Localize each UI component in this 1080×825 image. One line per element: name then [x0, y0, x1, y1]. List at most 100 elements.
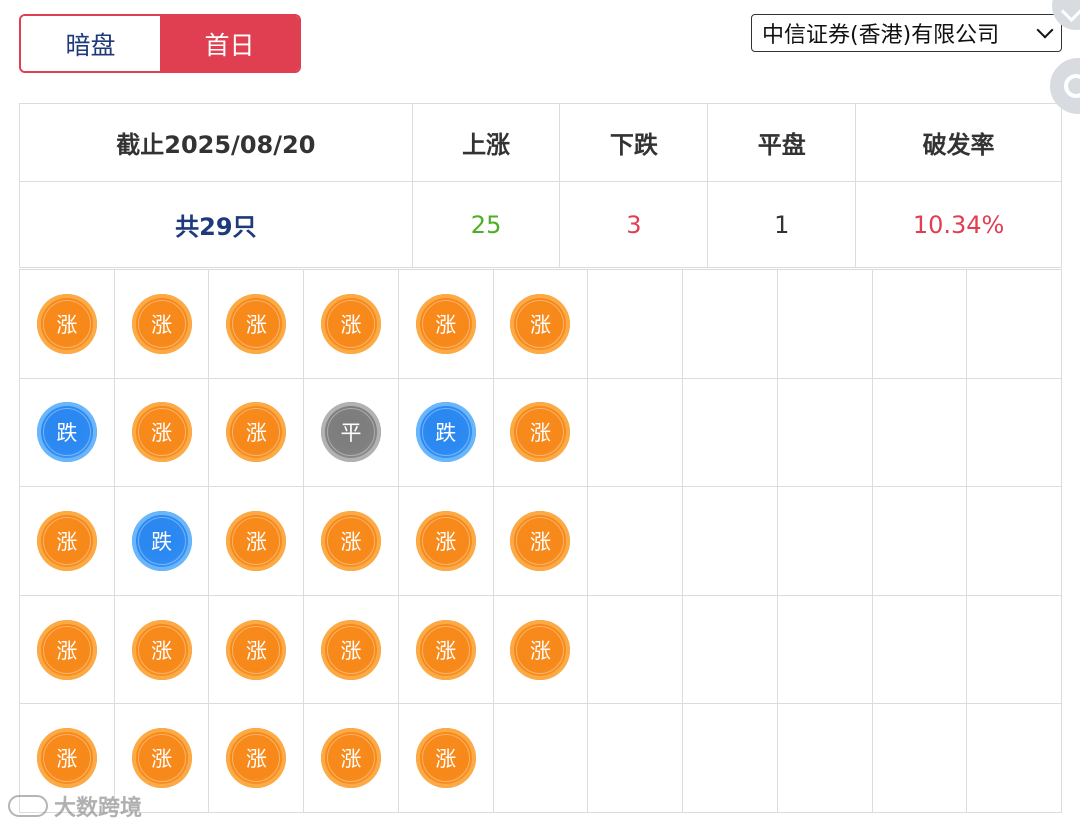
grid-cell: 涨 [493, 595, 589, 705]
broker-select[interactable]: 中信证券(香港)有限公司 [751, 14, 1062, 52]
watermark-text: 大数跨境 [54, 796, 143, 821]
status-label: 涨 [529, 312, 551, 337]
status-label: 涨 [245, 638, 267, 663]
header-flat: 平盘 [707, 103, 857, 182]
status-label: 涨 [151, 747, 173, 772]
status-up-icon[interactable]: 涨 [510, 293, 571, 354]
status-label: 涨 [529, 421, 551, 446]
status-up-icon[interactable]: 涨 [131, 728, 192, 789]
flat-count: 1 [707, 181, 857, 268]
status-label: 涨 [56, 312, 78, 337]
status-up-icon[interactable]: 涨 [131, 293, 192, 354]
grid-cell: 涨 [398, 487, 494, 596]
grid-cell: 涨 [304, 487, 399, 596]
summary-value-row: 共29只 25 3 1 10.34% [19, 181, 1062, 268]
ipo-status-grid: 涨涨涨涨涨涨跌涨涨平跌涨涨跌涨涨涨涨涨涨涨涨涨涨涨涨涨涨涨 [19, 269, 1062, 813]
status-up-icon[interactable]: 涨 [226, 293, 287, 354]
header-as-of-date: 截止2025/08/20 [19, 103, 413, 182]
status-flat-icon[interactable]: 平 [321, 402, 382, 463]
grid-cell: 涨 [209, 704, 305, 813]
grid-cell [967, 487, 1062, 596]
status-up-icon[interactable]: 涨 [415, 728, 476, 789]
grid-cell: 涨 [304, 270, 399, 379]
status-down-icon[interactable]: 跌 [36, 402, 97, 463]
grid-cell [872, 378, 968, 488]
grid-cell: 涨 [20, 487, 115, 596]
grid-cell [967, 270, 1062, 379]
tab-first-day[interactable]: 首日 [160, 16, 299, 71]
grid-cell [588, 487, 684, 596]
status-label: 涨 [529, 529, 551, 554]
status-up-icon[interactable]: 涨 [226, 728, 287, 789]
down-count: 3 [559, 181, 709, 268]
market-toggle: 暗盘 首日 [19, 14, 301, 73]
grid-cell [588, 595, 684, 705]
status-up-icon[interactable]: 涨 [321, 510, 382, 571]
status-label: 平 [340, 421, 362, 446]
grid-cell: 涨 [493, 270, 589, 379]
status-up-icon[interactable]: 涨 [415, 293, 476, 354]
watermark-logo-icon [8, 795, 48, 817]
status-up-icon[interactable]: 涨 [36, 293, 97, 354]
grid-cell: 涨 [493, 487, 589, 596]
status-label: 涨 [245, 747, 267, 772]
status-up-icon[interactable]: 涨 [321, 619, 382, 680]
tab-dark-market[interactable]: 暗盘 [21, 16, 160, 71]
status-label: 涨 [435, 529, 457, 554]
watermark: 大数跨境 [8, 790, 142, 822]
grid-cell: 跌 [20, 378, 115, 488]
grid-cell [967, 704, 1062, 813]
status-label: 涨 [340, 312, 362, 337]
status-label: 涨 [529, 638, 551, 663]
grid-cell: 平 [304, 378, 399, 488]
status-down-icon[interactable]: 跌 [131, 510, 192, 571]
grid-cell [777, 704, 873, 813]
status-label: 涨 [151, 638, 173, 663]
grid-cell: 涨 [114, 595, 210, 705]
status-up-icon[interactable]: 涨 [510, 619, 571, 680]
status-up-icon[interactable]: 涨 [226, 619, 287, 680]
grid-cell [967, 595, 1062, 705]
grid-cell [683, 704, 778, 813]
grid-cell [967, 378, 1062, 488]
grid-cell [872, 487, 968, 596]
status-down-icon[interactable]: 跌 [415, 402, 476, 463]
status-label: 涨 [435, 638, 457, 663]
break-rate-value: 10.34% [855, 181, 1062, 268]
status-up-icon[interactable]: 涨 [36, 619, 97, 680]
status-up-icon[interactable]: 涨 [415, 619, 476, 680]
status-up-icon[interactable]: 涨 [510, 402, 571, 463]
grid-cell: 涨 [114, 270, 210, 379]
grid-cell: 跌 [398, 378, 494, 488]
status-label: 涨 [56, 638, 78, 663]
status-up-icon[interactable]: 涨 [415, 510, 476, 571]
grid-cell [588, 704, 684, 813]
grid-cell [588, 378, 684, 488]
status-label: 涨 [56, 529, 78, 554]
summary-header-row: 截止2025/08/20 上涨 下跌 平盘 破发率 [19, 103, 1062, 182]
status-up-icon[interactable]: 涨 [36, 728, 97, 789]
grid-cell [683, 487, 778, 596]
status-up-icon[interactable]: 涨 [321, 293, 382, 354]
grid-cell: 涨 [493, 378, 589, 488]
status-up-icon[interactable]: 涨 [131, 619, 192, 680]
grid-cell [777, 595, 873, 705]
grid-cell: 涨 [20, 595, 115, 705]
status-label: 涨 [340, 638, 362, 663]
grid-cell [872, 704, 968, 813]
status-up-icon[interactable]: 涨 [36, 510, 97, 571]
grid-cell: 涨 [114, 378, 210, 488]
grid-cell: 涨 [398, 270, 494, 379]
grid-cell [777, 487, 873, 596]
status-up-icon[interactable]: 涨 [131, 402, 192, 463]
status-up-icon[interactable]: 涨 [226, 402, 287, 463]
status-label: 涨 [435, 747, 457, 772]
grid-cell: 涨 [304, 595, 399, 705]
header-break-rate: 破发率 [855, 103, 1062, 182]
grid-cell [872, 595, 968, 705]
status-up-icon[interactable]: 涨 [321, 728, 382, 789]
status-label: 涨 [340, 747, 362, 772]
status-up-icon[interactable]: 涨 [510, 510, 571, 571]
header-down: 下跌 [559, 103, 709, 182]
status-up-icon[interactable]: 涨 [226, 510, 287, 571]
